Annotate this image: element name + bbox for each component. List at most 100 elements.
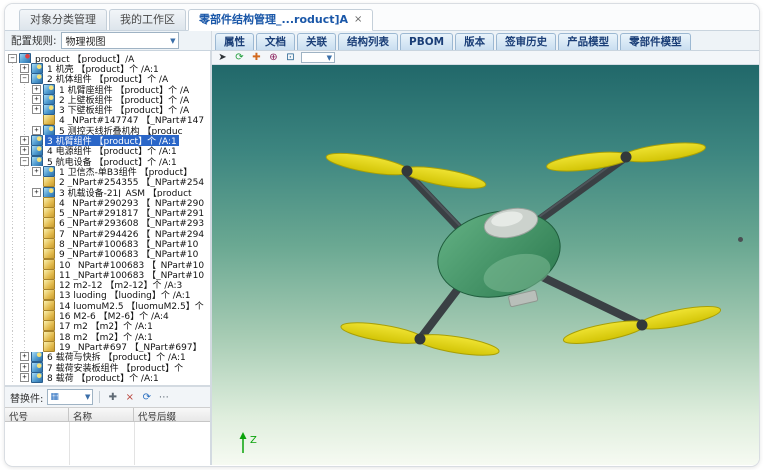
more-replacement-icon[interactable]: ⋯	[157, 391, 170, 404]
right-tab[interactable]: 文档	[256, 33, 295, 50]
tree-row[interactable]: 4 _NPart#290293 【_NPart#290	[5, 197, 210, 207]
expand-toggle-icon[interactable]: +	[20, 136, 29, 145]
part-icon	[43, 269, 55, 279]
tree-row[interactable]: 11 _NPart#100683 【_NPart#10	[5, 269, 210, 279]
pan-view-icon[interactable]: ✚	[250, 52, 263, 64]
tree-row[interactable]: − 5 航电设备 【product】个 /A:1	[5, 156, 210, 166]
tree-guide	[7, 84, 19, 94]
table-header-cell[interactable]: 名称	[69, 408, 134, 421]
toolbar-divider	[99, 391, 100, 403]
axis-indicator: Z	[236, 430, 264, 460]
right-tab[interactable]: 属性	[215, 33, 254, 50]
tree-row[interactable]: +5 测控天线折叠机构 【produc	[5, 125, 210, 135]
tree-row[interactable]: +3 机载设备-21J_ASM 【product	[5, 187, 210, 197]
tree-row[interactable]: +1 卫信杰-单B3组件 【product】	[5, 166, 210, 176]
tree-row[interactable]: −product 【product】/A	[5, 53, 210, 63]
tree-guide	[19, 177, 31, 187]
tree-row[interactable]: +4 电源组件 【product】个 /A:1	[5, 146, 210, 156]
tree-row[interactable]: 5 _NPart#291817 【_NPart#291	[5, 207, 210, 217]
right-tab[interactable]: 产品模型	[558, 33, 618, 50]
expand-toggle-icon[interactable]: +	[32, 105, 41, 114]
expand-toggle-icon[interactable]: +	[20, 64, 29, 73]
expand-toggle-icon[interactable]: +	[32, 188, 41, 197]
rotation-anchor-dot[interactable]	[738, 237, 743, 242]
tree-row[interactable]: 9 _NPart#100683 【_NPart#10	[5, 249, 210, 259]
expand-toggle-icon[interactable]: +	[20, 352, 29, 361]
tree-row[interactable]: 6 _NPart#293608 【_NPart#293	[5, 218, 210, 228]
tree-row[interactable]: 12 m2-12 【m2-12】个 /A:3	[5, 280, 210, 290]
zoom-view-icon[interactable]: ⊕	[267, 52, 280, 64]
tree-row[interactable]: +1 机臂座组件 【product】个 /A	[5, 84, 210, 94]
table-body[interactable]	[5, 422, 210, 465]
table-header-cell[interactable]: 代号	[5, 408, 69, 421]
viewport-3d[interactable]: Z	[212, 65, 759, 465]
right-tab[interactable]: 零部件模型	[620, 33, 691, 50]
tree-row[interactable]: +7 载荷安装板组件 【product】个	[5, 362, 210, 372]
tree-row[interactable]: 18 m2 【m2】个 /A:1	[5, 331, 210, 341]
expand-toggle-icon[interactable]: +	[20, 363, 29, 372]
assembly-icon	[31, 372, 43, 382]
tree-row[interactable]: 14 luomuM2.5 【luomuM2.5】个	[5, 300, 210, 310]
expand-toggle-icon[interactable]: +	[32, 126, 41, 135]
tree-row[interactable]: +3 机臂组件 【product】个 /A:1	[5, 135, 210, 145]
tree-row[interactable]: 17 m2 【m2】个 /A:1	[5, 321, 210, 331]
tree-row[interactable]: +2 上壁板组件 【product】个 /A	[5, 94, 210, 104]
tree-node-label: 1 机臂座组件 【product】个 /A	[57, 84, 191, 94]
fit-view-icon[interactable]: ⊡	[284, 52, 297, 64]
tree-row[interactable]: 8 _NPart#100683 【_NPart#10	[5, 238, 210, 248]
add-replacement-icon[interactable]: ✚	[106, 391, 119, 404]
tree-row[interactable]: 7 _NPart#294426 【_NPart#294	[5, 228, 210, 238]
expand-toggle-icon[interactable]: +	[32, 85, 41, 94]
tree-node-label: 4 电源组件 【product】个 /A:1	[45, 146, 179, 156]
tree-row[interactable]: 16 M2-6 【M2-6】个 /A:4	[5, 310, 210, 320]
right-tab[interactable]: 版本	[455, 33, 494, 50]
select-cursor-icon[interactable]: ➤	[216, 52, 229, 64]
collapse-toggle-icon[interactable]: −	[8, 54, 17, 63]
right-tab[interactable]: 关联	[297, 33, 336, 50]
right-tab[interactable]: PBOM	[400, 33, 453, 50]
tree-guide	[7, 115, 19, 125]
left-panel: −product 【product】/A+1 机壳 【product】个 /A:…	[5, 51, 212, 465]
window-tab[interactable]: 对象分类管理	[19, 9, 107, 30]
config-rules-area: 配置规则: 物理视图 ▼	[5, 31, 212, 50]
tree-row[interactable]: 4 _NPart#147747 【_NPart#147	[5, 115, 210, 125]
tree-row[interactable]: +6 载荷与快拆 【product】个 /A:1	[5, 352, 210, 362]
collapse-toggle-icon[interactable]: −	[20, 74, 29, 83]
tree-row[interactable]: +3 下壁板组件 【product】个 /A	[5, 104, 210, 114]
rotate-view-icon[interactable]: ⟳	[233, 52, 246, 64]
tree-node-label: 9 _NPart#100683 【_NPart#10	[57, 249, 200, 259]
window-tab[interactable]: 我的工作区	[109, 9, 186, 30]
window-tab[interactable]: 零部件结构管理_...roduct]A ×	[188, 9, 373, 31]
assembly-icon	[31, 362, 43, 372]
expand-toggle-icon[interactable]: +	[32, 167, 41, 176]
refresh-replacement-icon[interactable]: ⟳	[140, 391, 153, 404]
expand-toggle-icon[interactable]: +	[32, 95, 41, 104]
tab-close-icon[interactable]: ×	[354, 10, 362, 30]
tree-node-label: 5 航电设备 【product】个 /A:1	[45, 156, 179, 166]
delete-replacement-icon[interactable]: ×	[123, 391, 136, 404]
tree-row[interactable]: 19 _NPart#697 【_NPart#697】	[5, 341, 210, 351]
window-tab-label: 零部件结构管理_...roduct]A	[199, 10, 348, 30]
right-tab[interactable]: 签审历史	[496, 33, 556, 50]
part-icon	[43, 228, 55, 238]
table-header-cell[interactable]: 代号后缀	[134, 408, 210, 421]
replacement-view-dropdown[interactable]: ▦ ▼	[47, 389, 93, 405]
tree-guide	[7, 74, 19, 84]
tree-row[interactable]: 10 _NPart#100683 【_NPart#10	[5, 259, 210, 269]
expand-toggle-icon[interactable]: +	[20, 146, 29, 155]
right-tab[interactable]: 结构列表	[338, 33, 398, 50]
view-mode-dropdown[interactable]: ▼	[301, 52, 335, 63]
tree-guide	[7, 125, 19, 135]
tree-row[interactable]: 13 luoding 【luoding】个 /A:1	[5, 290, 210, 300]
expand-toggle-icon[interactable]: +	[20, 373, 29, 382]
tree-row[interactable]: +8 载荷 【product】个 /A:1	[5, 372, 210, 382]
tree-row[interactable]: −2 机体组件 【product】个 /A	[5, 74, 210, 84]
sub-toolbar: 配置规则: 物理视图 ▼ 属性文档关联结构列表PBOM版本签审历史产品模型零部件…	[5, 31, 759, 51]
tree-guide	[7, 321, 19, 331]
config-view-dropdown[interactable]: 物理视图 ▼	[61, 32, 179, 49]
tree-row[interactable]: +1 机壳 【product】个 /A:1	[5, 63, 210, 73]
collapse-toggle-icon[interactable]: −	[20, 157, 29, 166]
assembly-icon	[43, 84, 55, 94]
tree-guide	[7, 104, 19, 114]
tree-row[interactable]: 2 _NPart#254355 【_NPart#254	[5, 177, 210, 187]
